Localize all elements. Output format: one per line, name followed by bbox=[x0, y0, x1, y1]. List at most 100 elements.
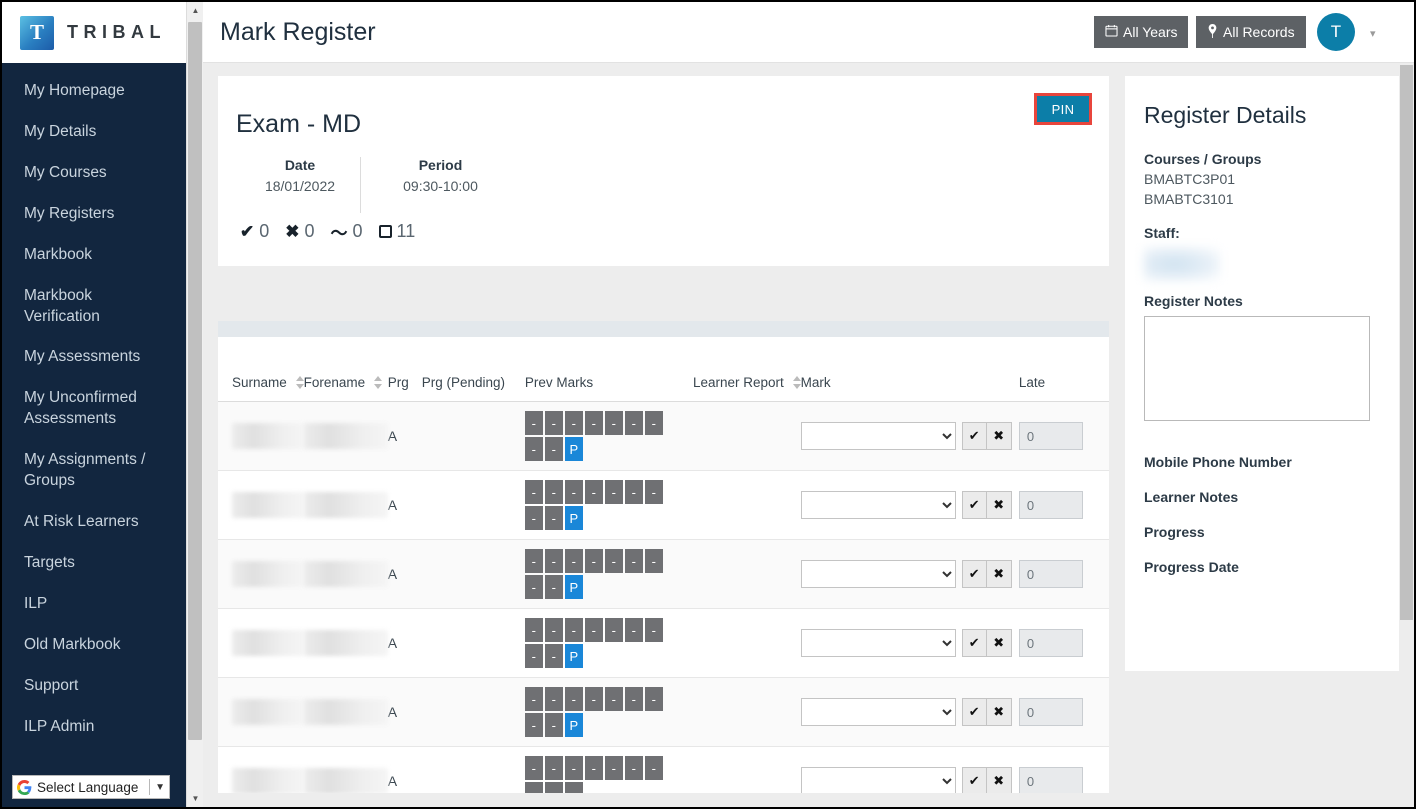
prev-mark-cell[interactable]: - bbox=[544, 644, 563, 668]
sidebar-item-my-assignments-groups[interactable]: My Assignments / Groups bbox=[2, 440, 168, 502]
late-minutes-input[interactable] bbox=[1018, 491, 1083, 519]
prev-mark-cell[interactable]: P bbox=[564, 437, 583, 461]
mark-select[interactable] bbox=[800, 422, 956, 451]
prev-mark-cell[interactable]: - bbox=[544, 480, 563, 504]
sidebar-item-targets[interactable]: Targets bbox=[2, 543, 168, 584]
prev-mark-cell[interactable]: - bbox=[524, 618, 543, 642]
prev-mark-cell[interactable]: - bbox=[524, 713, 543, 737]
sort-icon[interactable] bbox=[792, 376, 801, 389]
prev-mark-cell[interactable]: - bbox=[584, 618, 603, 642]
prev-mark-cell[interactable]: - bbox=[624, 756, 643, 780]
prev-mark-cell[interactable]: - bbox=[604, 549, 623, 573]
mark-select[interactable] bbox=[800, 629, 956, 658]
reject-mark-button[interactable]: ✖ bbox=[986, 697, 1012, 726]
main-scrollbar-thumb[interactable] bbox=[1400, 65, 1413, 620]
prev-mark-cell[interactable]: - bbox=[564, 618, 583, 642]
mark-select[interactable] bbox=[800, 767, 956, 793]
reject-mark-button[interactable]: ✖ bbox=[986, 490, 1012, 519]
sidebar-scrollbar-thumb[interactable] bbox=[188, 22, 202, 740]
late-minutes-input[interactable] bbox=[1018, 560, 1083, 588]
prev-mark-cell[interactable]: - bbox=[564, 687, 583, 711]
prev-mark-cell[interactable]: - bbox=[584, 411, 603, 435]
prev-mark-cell[interactable]: P bbox=[564, 713, 583, 737]
mark-select[interactable] bbox=[800, 560, 956, 589]
prev-mark-cell[interactable]: - bbox=[584, 687, 603, 711]
sidebar-item-markbook[interactable]: Markbook bbox=[2, 235, 168, 276]
language-selector[interactable]: Select Language ▼ bbox=[12, 775, 170, 799]
all-records-button[interactable]: All Records bbox=[1196, 16, 1306, 48]
sidebar-item-my-registers[interactable]: My Registers bbox=[2, 194, 168, 235]
prev-mark-cell[interactable]: - bbox=[584, 756, 603, 780]
late-minutes-input[interactable] bbox=[1018, 422, 1083, 450]
sidebar-item-my-details[interactable]: My Details bbox=[2, 112, 168, 153]
prev-mark-cell[interactable]: - bbox=[524, 437, 543, 461]
prev-mark-cell[interactable]: P bbox=[564, 575, 583, 599]
prev-mark-cell[interactable]: - bbox=[524, 756, 543, 780]
avatar[interactable]: T bbox=[1317, 13, 1355, 51]
accept-mark-button[interactable]: ✔ bbox=[961, 421, 987, 450]
prev-mark-cell[interactable]: - bbox=[644, 756, 663, 780]
column-header-learner-report[interactable]: Learner Report bbox=[692, 337, 801, 402]
prev-mark-cell[interactable]: - bbox=[564, 480, 583, 504]
prev-mark-cell[interactable]: - bbox=[564, 782, 583, 793]
prev-mark-cell[interactable]: - bbox=[644, 549, 663, 573]
prev-mark-cell[interactable]: - bbox=[644, 687, 663, 711]
all-years-button[interactable]: All Years bbox=[1094, 16, 1189, 48]
prev-mark-cell[interactable]: - bbox=[524, 411, 543, 435]
prev-mark-cell[interactable]: P bbox=[564, 506, 583, 530]
accept-mark-button[interactable]: ✔ bbox=[961, 559, 987, 588]
prev-mark-cell[interactable]: - bbox=[564, 549, 583, 573]
prev-mark-cell[interactable]: - bbox=[544, 687, 563, 711]
prev-mark-cell[interactable]: - bbox=[644, 480, 663, 504]
prev-mark-cell[interactable]: - bbox=[524, 549, 543, 573]
prev-mark-cell[interactable]: - bbox=[544, 506, 563, 530]
sidebar-item-my-courses[interactable]: My Courses bbox=[2, 153, 168, 194]
prev-mark-cell[interactable]: - bbox=[544, 618, 563, 642]
register-notes-input[interactable] bbox=[1144, 316, 1370, 421]
reject-mark-button[interactable]: ✖ bbox=[986, 559, 1012, 588]
scroll-down-icon[interactable]: ▼ bbox=[187, 790, 204, 807]
sidebar-item-my-homepage[interactable]: My Homepage bbox=[2, 71, 168, 112]
sort-icon[interactable] bbox=[295, 376, 304, 389]
mark-select[interactable] bbox=[800, 698, 956, 727]
prev-mark-cell[interactable]: - bbox=[544, 782, 563, 793]
prev-mark-cell[interactable]: - bbox=[624, 687, 643, 711]
prev-mark-cell[interactable]: - bbox=[644, 411, 663, 435]
accept-mark-button[interactable]: ✔ bbox=[961, 490, 987, 519]
prev-mark-cell[interactable]: - bbox=[524, 687, 543, 711]
prev-mark-cell[interactable]: - bbox=[524, 480, 543, 504]
prev-mark-cell[interactable]: - bbox=[604, 618, 623, 642]
main-scrollbar[interactable] bbox=[1399, 63, 1414, 807]
reject-mark-button[interactable]: ✖ bbox=[986, 766, 1012, 793]
prev-mark-cell[interactable]: - bbox=[524, 782, 543, 793]
prev-mark-cell[interactable]: P bbox=[564, 644, 583, 668]
scroll-up-icon[interactable]: ▲ bbox=[187, 2, 204, 19]
prev-mark-cell[interactable]: - bbox=[604, 480, 623, 504]
prev-mark-cell[interactable]: - bbox=[604, 687, 623, 711]
prev-mark-cell[interactable]: - bbox=[544, 713, 563, 737]
prev-mark-cell[interactable]: - bbox=[524, 644, 543, 668]
prev-mark-cell[interactable]: - bbox=[544, 437, 563, 461]
sidebar-item-support[interactable]: Support bbox=[2, 666, 168, 707]
sidebar-item-my-assessments[interactable]: My Assessments bbox=[2, 337, 168, 378]
reject-mark-button[interactable]: ✖ bbox=[986, 628, 1012, 657]
late-minutes-input[interactable] bbox=[1018, 629, 1083, 657]
sidebar-item-markbook-verification[interactable]: Markbook Verification bbox=[2, 276, 168, 338]
chevron-down-icon[interactable]: ▾ bbox=[1370, 27, 1376, 40]
sidebar-item-my-unconfirmed-assessments[interactable]: My Unconfirmed Assessments bbox=[2, 378, 168, 440]
prev-mark-cell[interactable]: - bbox=[644, 618, 663, 642]
sidebar-item-ilp-admin[interactable]: ILP Admin bbox=[2, 707, 168, 748]
late-minutes-input[interactable] bbox=[1018, 767, 1083, 793]
late-minutes-input[interactable] bbox=[1018, 698, 1083, 726]
prev-mark-cell[interactable]: - bbox=[584, 549, 603, 573]
column-header-surname[interactable]: Surname bbox=[218, 337, 304, 402]
sidebar-scrollbar[interactable]: ▲ ▼ bbox=[186, 2, 203, 807]
prev-mark-cell[interactable]: - bbox=[544, 549, 563, 573]
prev-mark-cell[interactable]: - bbox=[524, 506, 543, 530]
column-header-forename[interactable]: Forename bbox=[303, 337, 388, 402]
prev-mark-cell[interactable]: - bbox=[624, 618, 643, 642]
prev-mark-cell[interactable]: - bbox=[604, 756, 623, 780]
prev-mark-cell[interactable]: - bbox=[564, 411, 583, 435]
prev-mark-cell[interactable]: - bbox=[564, 756, 583, 780]
prev-mark-cell[interactable]: - bbox=[624, 480, 643, 504]
